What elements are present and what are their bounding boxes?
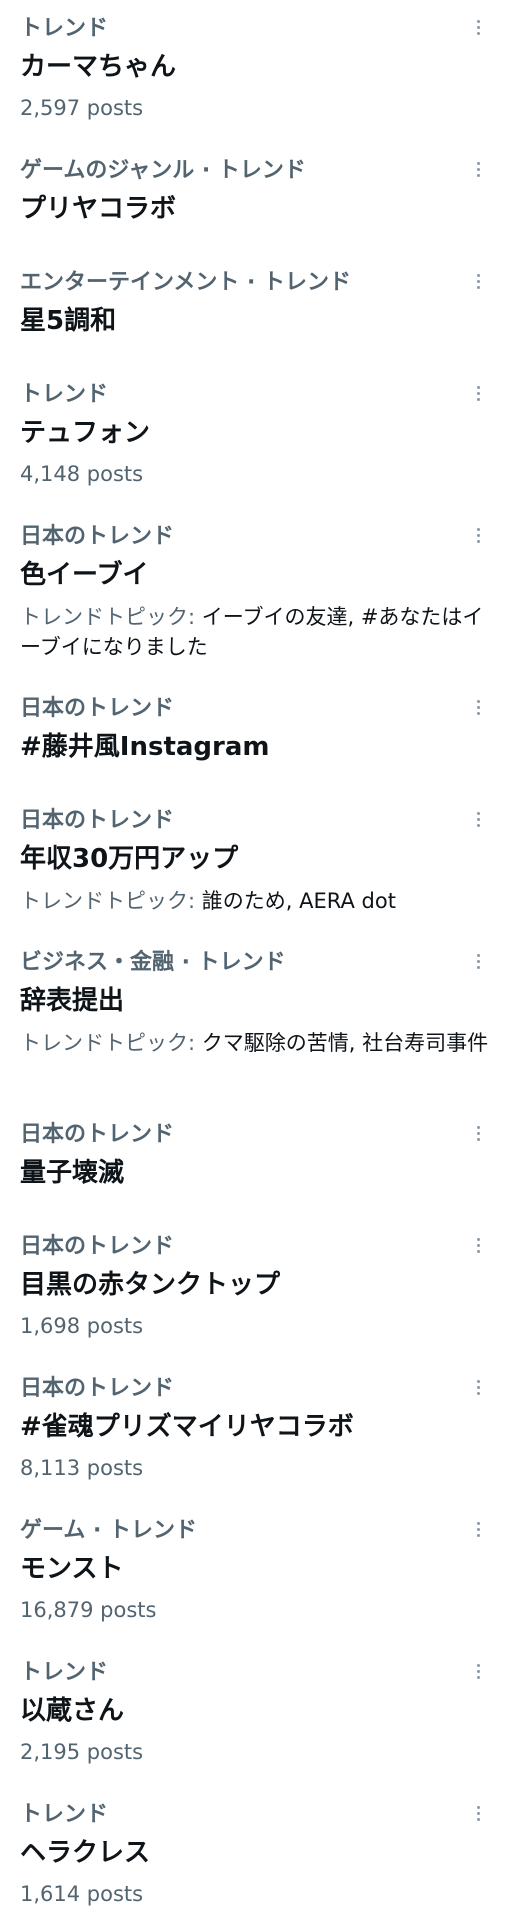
more-vertical-icon[interactable]	[471, 948, 485, 974]
trend-item[interactable]: トレンド ヘラクレス 1,614 posts	[0, 1800, 507, 1910]
trend-topics-text: 誰のため, AERA dot	[201, 889, 396, 913]
trend-category: 日本のトレンド	[20, 1122, 175, 1147]
trend-post-count: 1,698 posts	[20, 1314, 144, 1338]
more-vertical-icon[interactable]	[471, 1516, 485, 1542]
more-vertical-icon[interactable]	[471, 1232, 485, 1258]
trend-topics: トレンドトピック: イーブイの友達, #あなたはイーブイになりました	[20, 602, 500, 662]
trend-item[interactable]: 日本のトレンド #雀魂プリズマイリヤコラボ 8,113 posts	[0, 1374, 507, 1484]
trend-title: テュフォン	[20, 418, 151, 448]
trend-title: モンスト	[20, 1554, 124, 1584]
trend-post-count: 16,879 posts	[20, 1598, 157, 1622]
trend-title: カーマちゃん	[20, 52, 177, 82]
trend-category: トレンド	[20, 16, 109, 41]
trend-category: エンターテインメント · トレンド	[20, 270, 352, 295]
more-vertical-icon[interactable]	[471, 380, 485, 406]
trend-title: 年収30万円アップ	[20, 844, 239, 874]
trend-title: #藤井風Instagram	[20, 732, 270, 762]
trend-post-count: 2,195 posts	[20, 1740, 144, 1764]
trend-post-count: 2,597 posts	[20, 96, 144, 120]
more-vertical-icon[interactable]	[471, 156, 485, 182]
trend-title: 色イーブイ	[20, 560, 149, 590]
trend-category: トレンド	[20, 1802, 109, 1827]
trend-item[interactable]: ビジネス・金融 · トレンド 辞表提出 トレンドトピック: クマ駆除の苦情, 社…	[0, 948, 507, 1088]
trend-category: 日本のトレンド	[20, 524, 175, 549]
more-vertical-icon[interactable]	[471, 1658, 485, 1684]
trend-category: 日本のトレンド	[20, 1376, 175, 1401]
trend-title: 目黒の赤タンクトップ	[20, 1270, 281, 1300]
trend-topics: トレンドトピック: クマ駆除の苦情, 社台寿司事件	[20, 1028, 500, 1058]
trend-post-count: 1,614 posts	[20, 1882, 144, 1906]
trend-item[interactable]: ゲームのジャンル · トレンド プリヤコラボ	[0, 156, 507, 236]
trend-category: 日本のトレンド	[20, 1234, 175, 1259]
trend-item[interactable]: 日本のトレンド 量子壊滅	[0, 1120, 507, 1200]
more-vertical-icon[interactable]	[471, 268, 485, 294]
trend-item[interactable]: トレンド テュフォン 4,148 posts	[0, 380, 507, 490]
trend-category: ゲームのジャンル · トレンド	[20, 158, 306, 183]
trend-category: トレンド	[20, 382, 109, 407]
trend-title: #雀魂プリズマイリヤコラボ	[20, 1412, 354, 1442]
more-vertical-icon[interactable]	[471, 14, 485, 40]
trend-topics-text: クマ駆除の苦情, 社台寿司事件	[201, 1031, 489, 1055]
trend-post-count: 4,148 posts	[20, 462, 144, 486]
trend-item[interactable]: 日本のトレンド #藤井風Instagram	[0, 694, 507, 774]
more-vertical-icon[interactable]	[471, 1800, 485, 1826]
trend-title: ヘラクレス	[20, 1838, 151, 1868]
trend-title: 辞表提出	[20, 986, 125, 1016]
trend-item[interactable]: 日本のトレンド 目黒の赤タンクトップ 1,698 posts	[0, 1232, 507, 1342]
trend-topics-label: トレンドトピック:	[20, 605, 202, 629]
more-vertical-icon[interactable]	[471, 1374, 485, 1400]
trend-title: 量子壊滅	[20, 1158, 125, 1188]
trend-item[interactable]: 日本のトレンド 年収30万円アップ トレンドトピック: 誰のため, AERA d…	[0, 806, 507, 916]
trend-post-count: 8,113 posts	[20, 1456, 144, 1480]
trend-topics-label: トレンドトピック:	[20, 1031, 202, 1055]
trend-title: 星5調和	[20, 306, 117, 336]
trend-item[interactable]: 日本のトレンド 色イーブイ トレンドトピック: イーブイの友達, #あなたはイー…	[0, 522, 507, 662]
trend-item[interactable]: トレンド 以蔵さん 2,195 posts	[0, 1658, 507, 1768]
trend-category: ゲーム · トレンド	[20, 1518, 198, 1543]
trend-category: トレンド	[20, 1660, 109, 1685]
more-vertical-icon[interactable]	[471, 694, 485, 720]
trend-topics: トレンドトピック: 誰のため, AERA dot	[20, 886, 500, 916]
more-vertical-icon[interactable]	[471, 522, 485, 548]
trend-item[interactable]: エンターテインメント · トレンド 星5調和	[0, 268, 507, 348]
more-vertical-icon[interactable]	[471, 1120, 485, 1146]
trend-category: 日本のトレンド	[20, 696, 175, 721]
trend-title: 以蔵さん	[20, 1696, 125, 1726]
trend-category: ビジネス・金融 · トレンド	[20, 950, 286, 975]
trend-category: 日本のトレンド	[20, 808, 175, 833]
trend-topics-label: トレンドトピック:	[20, 889, 202, 913]
more-vertical-icon[interactable]	[471, 806, 485, 832]
trend-item[interactable]: ゲーム · トレンド モンスト 16,879 posts	[0, 1516, 507, 1626]
trend-list: トレンド カーマちゃん 2,597 posts ゲームのジャンル · トレンド …	[0, 0, 507, 1920]
trend-item[interactable]: トレンド カーマちゃん 2,597 posts	[0, 14, 507, 124]
trend-title: プリヤコラボ	[20, 194, 177, 224]
